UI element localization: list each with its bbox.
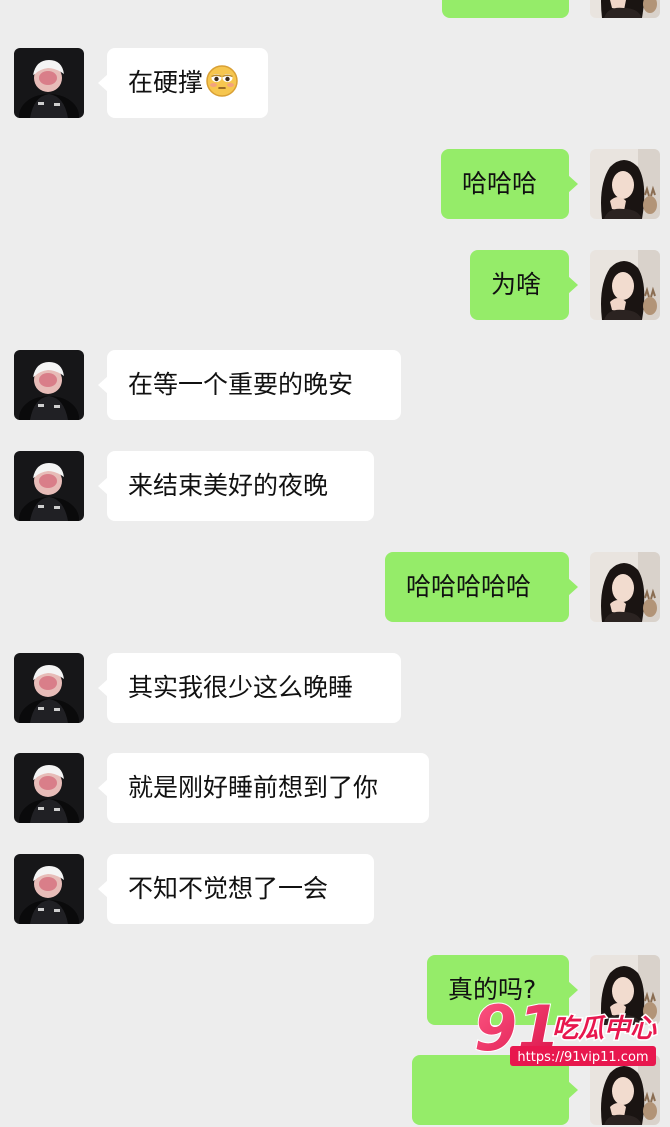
message-bubble[interactable]: 在硬撑: [98, 48, 268, 118]
message-bubble[interactable]: 为啥: [470, 250, 578, 320]
message-text: 就是刚好睡前想到了你: [128, 773, 379, 802]
message-bubble[interactable]: 就是刚好睡前想到了你: [98, 753, 429, 823]
message-row-incoming: 在等一个重要的晚安: [0, 350, 670, 422]
message-bubble[interactable]: 其实我很少这么晚睡: [98, 653, 401, 723]
female-avatar[interactable]: [590, 149, 660, 219]
message-row-incoming: 其实我很少这么晚睡: [0, 653, 670, 725]
male-avatar[interactable]: [14, 854, 84, 924]
message-row-incoming: 就是刚好睡前想到了你: [0, 753, 670, 825]
message-text: 其实我很少这么晚睡: [128, 673, 354, 702]
message-text: 来结束美好的夜晚: [128, 471, 329, 500]
message-row-incoming: 不知不觉想了一会: [0, 854, 670, 926]
message-bubble[interactable]: 哈哈哈哈哈: [385, 552, 578, 622]
message-bubble[interactable]: 哈哈哈: [441, 149, 578, 219]
female-avatar[interactable]: [590, 0, 660, 18]
message-bubble[interactable]: 来结束美好的夜晚: [98, 451, 374, 521]
message-bubble[interactable]: [442, 0, 569, 18]
message-row-outgoing: 哈哈哈: [0, 149, 670, 221]
male-avatar[interactable]: [14, 653, 84, 723]
message-text: 不知不觉想了一会: [128, 874, 329, 903]
message-text: 为啥: [491, 270, 542, 299]
watermark-brand: 吃瓜中心: [552, 1014, 657, 1044]
male-avatar[interactable]: [14, 48, 84, 118]
message-text: 在等一个重要的晚安: [128, 370, 354, 399]
watermark-url: https://91vip11.com: [517, 1050, 648, 1065]
message-row-outgoing: 哈哈哈哈哈: [0, 552, 670, 624]
male-avatar[interactable]: [14, 753, 84, 823]
message-row-incoming: 来结束美好的夜晚: [0, 451, 670, 523]
message-text: 哈哈哈哈哈: [406, 572, 532, 601]
message-text: 哈哈哈: [462, 169, 538, 198]
male-avatar[interactable]: [14, 451, 84, 521]
female-avatar[interactable]: [590, 250, 660, 320]
message-row-outgoing: 为啥: [0, 250, 670, 322]
female-avatar[interactable]: [590, 552, 660, 622]
watermark-logo: 91 吃瓜中心 https://91vip11.com: [473, 991, 659, 1066]
message-row-outgoing: [0, 0, 670, 20]
message-row-incoming: 在硬撑: [0, 48, 670, 120]
flushed-face-emoji: [206, 65, 238, 97]
message-text: 在硬撑: [128, 68, 204, 97]
male-avatar[interactable]: [14, 350, 84, 420]
message-bubble[interactable]: 不知不觉想了一会: [98, 854, 374, 924]
message-bubble[interactable]: 在等一个重要的晚安: [98, 350, 401, 420]
